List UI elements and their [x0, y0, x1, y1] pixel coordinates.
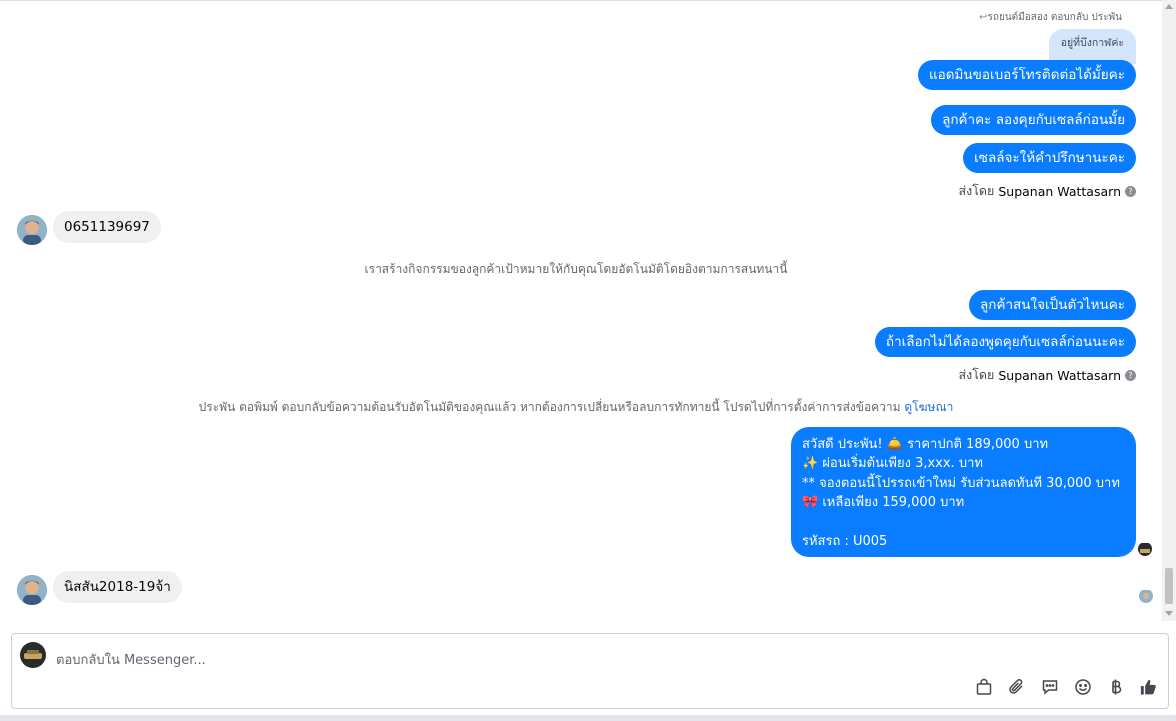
attachment-icon[interactable] [1007, 677, 1026, 696]
sent-by-label: ส่งโดย Supanan Wattasarn ? [958, 365, 1136, 385]
sent-by-prefix: ส่งโดย [958, 183, 995, 198]
page-read-avatar [1138, 542, 1152, 556]
sender-name: Supanan Wattasarn [998, 367, 1121, 383]
auto-reply-line: สวัสดี ประพัน! 🛎️ ราคาปกติ 189,000 บาท [802, 437, 1049, 452]
seen-avatar [1139, 589, 1153, 603]
customer-avatar[interactable] [17, 575, 47, 605]
sent-by-label: ส่งโดย Supanan Wattasarn ? [958, 181, 1136, 201]
auto-reply-notice-text: ประพัน ตอพิมพ์ ตอบกลับข้อความต้อนรับอัตโ… [198, 400, 901, 414]
like-icon[interactable] [1139, 677, 1158, 696]
reply-context-label: ↩รถยนต์มือสอง ตอบกลับ ประพัน [979, 12, 1122, 23]
scrollbar-thumb[interactable] [1165, 568, 1173, 604]
baht-icon[interactable] [1106, 677, 1125, 696]
shopping-bag-icon[interactable] [974, 677, 993, 696]
system-notice: เราสร้างกิจกรรมของลูกค้าเป้าหมายให้กับคุ… [364, 262, 788, 276]
auto-reply-line: รหัสรถ : U005 [802, 533, 888, 549]
incoming-message[interactable]: 0651139697 [53, 211, 161, 243]
reply-input[interactable]: ตอบกลับใน Messenger... [56, 649, 206, 670]
outgoing-message[interactable]: ลูกค้าสนใจเป็นตัวไหนคะ [969, 290, 1136, 320]
scroll-up-icon[interactable] [1165, 4, 1173, 9]
auto-reply-notice: ประพัน ตอพิมพ์ ตอบกลับข้อความต้อนรับอัตโ… [0, 398, 1152, 417]
quoted-message[interactable]: อยู่ที่บึงกาฬค่ะ [1048, 29, 1136, 64]
auto-reply-line: 🎀 เหลือเพียง 159,000 บาท [802, 495, 965, 511]
outgoing-message[interactable]: ลูกค้าคะ ลองคุยกับเซลล์ก่อนมั้ย [931, 105, 1136, 135]
conversation-panel: ↩รถยนต์มือสอง ตอบกลับ ประพัน อยู่ที่บึงก… [0, 0, 1162, 621]
auto-reply-line [802, 513, 1125, 532]
reply-arrow-icon: ↩ [979, 12, 988, 23]
auto-reply-line: ✨ ผ่อนเริ่มต้นเพียง 3,xxx. บาท [802, 456, 983, 472]
bottom-border [0, 715, 1176, 721]
scroll-down-icon[interactable] [1165, 611, 1173, 616]
help-icon[interactable]: ? [1125, 185, 1136, 197]
help-icon[interactable]: ? [1125, 369, 1136, 381]
outgoing-message[interactable]: แอดมินขอเบอร์โทรติดต่อได้มั้ยคะ [917, 60, 1136, 90]
emoji-icon[interactable] [1073, 677, 1092, 696]
outgoing-message[interactable]: เซลล์จะให้คำปรึกษานะคะ [963, 143, 1136, 173]
incoming-message[interactable]: นิสสัน2018-19จ้า [53, 571, 182, 603]
sent-by-prefix: ส่งโดย [958, 367, 995, 382]
scrollbar[interactable] [1162, 0, 1176, 621]
reply-composer[interactable]: ตอบกลับใน Messenger... [11, 633, 1169, 709]
saved-reply-icon[interactable] [1040, 677, 1059, 696]
auto-reply-message[interactable]: สวัสดี ประพัน! 🛎️ ราคาปกติ 189,000 บาท ✨… [791, 427, 1136, 557]
customer-avatar[interactable] [17, 215, 47, 245]
outgoing-message[interactable]: ถ้าเลือกไม่ได้ลองพูดคุยกับเซลล์ก่อนนะคะ [874, 327, 1136, 357]
composer-toolbar [974, 677, 1158, 696]
sender-name: Supanan Wattasarn [998, 183, 1121, 199]
page-avatar [20, 642, 46, 668]
auto-reply-line: ** จองตอนนี้โปรรถเข้าใหม่ รับส่วนลดทันที… [802, 475, 1120, 491]
view-ad-link[interactable]: ดูโฆษณา [904, 400, 953, 414]
